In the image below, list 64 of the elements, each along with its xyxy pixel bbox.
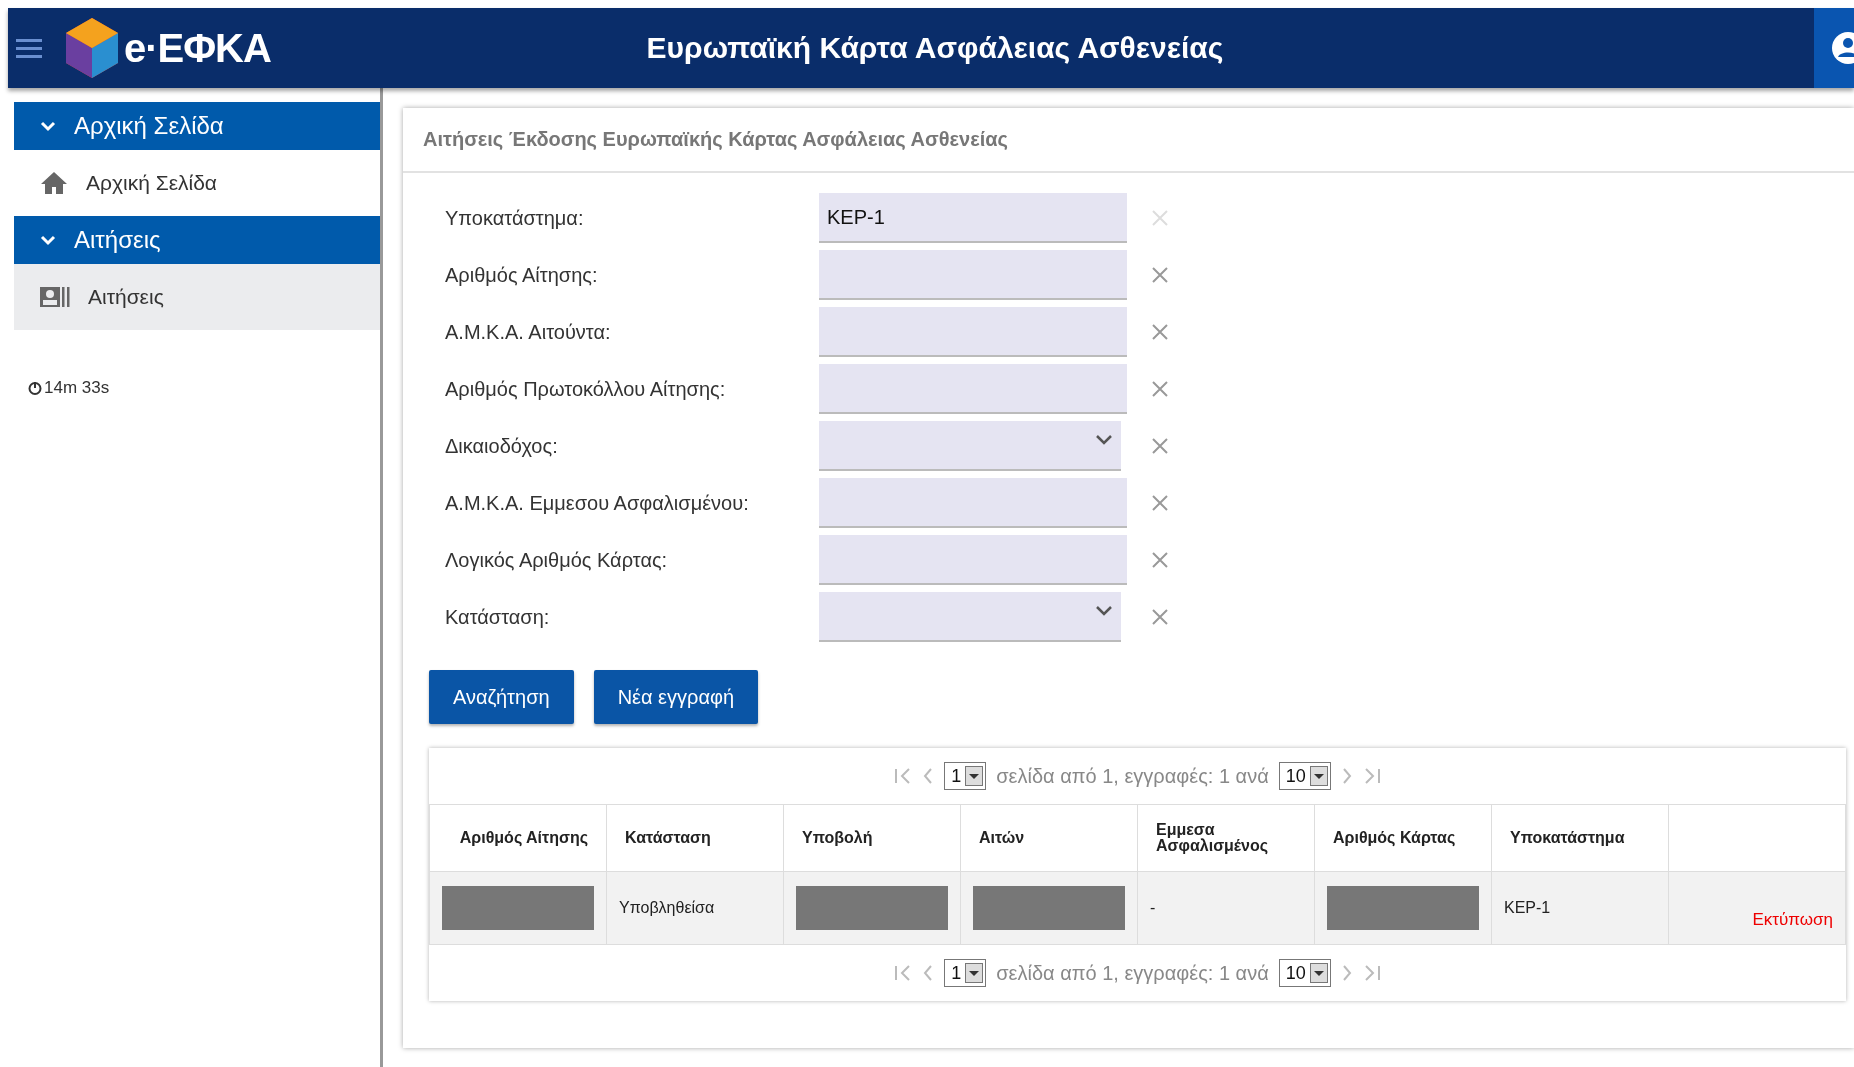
field-label: Α.Μ.Κ.Α. Αιτούντα:: [445, 320, 612, 344]
table-cell: ΚΕΡ-1: [1504, 899, 1551, 916]
user-button[interactable]: [1814, 8, 1854, 88]
chevron-down-icon: [40, 120, 56, 132]
menu-icon[interactable]: [16, 38, 42, 58]
first-page-icon[interactable]: [894, 964, 913, 982]
user-icon[interactable]: [1830, 31, 1854, 65]
input-field[interactable]: ΚΕΡ-1: [819, 193, 1127, 243]
field-label: Α.Μ.Κ.Α. Εμμεσου Ασφαλισμένου:: [445, 491, 750, 515]
previous-page-icon[interactable]: [922, 964, 935, 982]
previous-page-icon[interactable]: [922, 767, 935, 785]
next-page-icon[interactable]: [1340, 964, 1353, 982]
column-header[interactable]: Αιτών: [979, 830, 1119, 846]
section-label: Αιτήσεις: [74, 226, 161, 254]
page-size-select[interactable]: 10: [1278, 762, 1331, 790]
item-label: Αρχική Σελίδα: [86, 171, 217, 195]
pager-text: σελίδα από 1, εγγραφές: 1 ανά: [996, 961, 1269, 985]
sidebar-item[interactable]: Αιτήσεις: [14, 264, 380, 330]
column-header[interactable]: Κατάσταση: [625, 830, 765, 846]
field-label: Υποκατάστημα:: [445, 206, 585, 230]
column-header[interactable]: Αριθμός Κάρτας: [1333, 830, 1473, 846]
chevron-down-icon: [40, 234, 56, 246]
input-field[interactable]: [819, 535, 1127, 585]
dropdown-field[interactable]: [819, 421, 1121, 471]
table-cell: -: [1150, 899, 1156, 916]
input-field[interactable]: [819, 478, 1127, 528]
field-label: Αριθμός Πρωτοκόλλου Αίτησης:: [445, 377, 727, 401]
field-label: Δικαιοδόχος:: [445, 434, 559, 458]
chevron-down-icon[interactable]: [1095, 434, 1113, 446]
table-cell: Υποβληθείσα: [619, 899, 715, 916]
session-timer: 14m 33s: [44, 378, 110, 398]
page-select[interactable]: 1: [944, 959, 987, 987]
logo-text: e·ΕΦΚΑ: [124, 25, 271, 71]
first-page-icon[interactable]: [894, 767, 913, 785]
pager-text: σελίδα από 1, εγγραφές: 1 ανά: [996, 764, 1269, 788]
chevron-down-icon[interactable]: [1095, 605, 1113, 617]
column-header[interactable]: Υποκατάστημα: [1510, 830, 1650, 846]
app-title: Ευρωπαϊκή Κάρτα Ασφάλειας Ασθενείας: [645, 31, 1225, 65]
field-label: Κατάσταση:: [445, 605, 551, 629]
search-button[interactable]: Αναζήτηση: [429, 670, 574, 724]
input-field[interactable]: [819, 364, 1127, 414]
print-link[interactable]: Εκτύπωση: [1752, 910, 1833, 930]
sidebar-section[interactable]: Αρχική Σελίδα: [14, 102, 380, 150]
timer-icon: [28, 381, 42, 395]
item-label: Αιτήσεις: [88, 285, 164, 309]
column-header[interactable]: Αριθμός Αίτησης: [448, 830, 588, 846]
last-page-icon[interactable]: [1362, 964, 1381, 982]
field-label: Λογικός Αριθμός Κάρτας:: [445, 548, 669, 572]
column-header[interactable]: Υποβολή: [802, 830, 942, 846]
last-page-icon[interactable]: [1362, 767, 1381, 785]
card-title: Αιτήσεις Έκδοσης Ευρωπαϊκής Κάρτας Ασφάλειας Ασθενείας: [403, 108, 1854, 173]
next-page-icon[interactable]: [1340, 767, 1353, 785]
section-label: Αρχική Σελίδα: [74, 112, 224, 140]
sidebar-section[interactable]: Αιτήσεις: [14, 216, 380, 264]
input-field[interactable]: [819, 250, 1127, 300]
page-size-select[interactable]: 10: [1278, 959, 1331, 987]
input-field[interactable]: [819, 307, 1127, 357]
new-record-button[interactable]: Νέα εγγραφή: [593, 670, 759, 724]
field-label: Αριθμός Αίτησης:: [445, 263, 599, 287]
id-card-icon: [40, 286, 70, 308]
logo-icon: [64, 16, 120, 80]
dropdown-field[interactable]: [819, 592, 1121, 642]
home-icon: [40, 171, 68, 195]
page-select[interactable]: 1: [944, 762, 987, 790]
